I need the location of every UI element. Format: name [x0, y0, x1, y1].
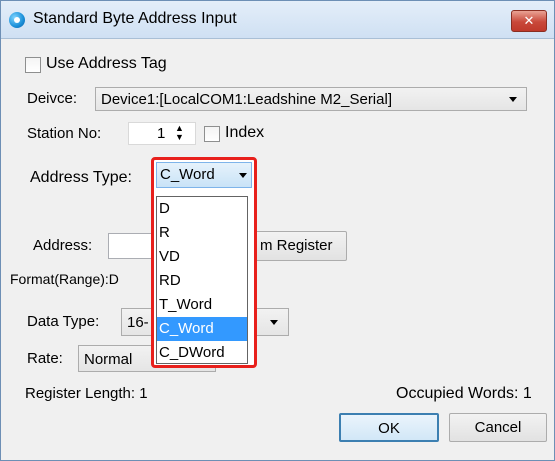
rate-value: Normal [84, 351, 133, 368]
device-select-value: Device1:[LocalCOM1:Leadshine M2_Serial] [101, 91, 392, 108]
title-bar: Standard Byte Address Input ✕ [1, 1, 554, 39]
address-type-option[interactable]: D [157, 197, 247, 221]
station-value: 1 [157, 125, 166, 142]
window-title: Standard Byte Address Input [33, 10, 237, 27]
ok-button[interactable]: OK [339, 413, 439, 442]
chevron-down-icon [270, 320, 278, 325]
address-type-options: D R VD RD T_Word C_Word C_DWord [156, 196, 248, 364]
address-type-option[interactable]: T_Word [157, 293, 247, 317]
rate-label: Rate: [27, 350, 63, 367]
occupied-words-text: Occupied Words: 1 [396, 385, 532, 402]
use-address-tag-label: Use Address Tag [46, 55, 167, 72]
index-checkbox[interactable] [204, 126, 220, 142]
address-type-label: Address Type: [30, 169, 132, 186]
chevron-down-icon [509, 97, 517, 102]
address-label: Address: [33, 237, 93, 254]
address-type-dropdown[interactable]: C_Word D R VD RD T_Word C_Word C_DWord [151, 157, 257, 368]
station-label: Station No: [27, 125, 102, 142]
device-label: Deivce: [27, 90, 78, 107]
address-input[interactable] [108, 233, 153, 259]
spin-down-icon[interactable]: ▼ [175, 133, 184, 142]
address-type-option[interactable]: RD [157, 269, 247, 293]
data-type-label: Data Type: [27, 313, 100, 330]
device-select[interactable]: Device1:[LocalCOM1:Leadshine M2_Serial] [95, 87, 527, 111]
address-type-value: C_Word [160, 166, 215, 183]
address-type-option[interactable]: VD [157, 245, 247, 269]
dialog-window: Standard Byte Address Input ✕ Use Addres… [0, 0, 555, 461]
app-icon [9, 12, 25, 28]
use-address-tag-checkbox[interactable] [25, 57, 41, 73]
chevron-down-icon [239, 173, 247, 178]
address-type-option[interactable]: R [157, 221, 247, 245]
system-register-button[interactable]: m Register [245, 231, 347, 261]
address-type-option[interactable]: C_Word [157, 317, 247, 341]
index-label: Index [225, 124, 265, 141]
close-button[interactable]: ✕ [511, 10, 547, 32]
data-type-value: 16- [127, 314, 149, 331]
cancel-button[interactable]: Cancel [449, 413, 547, 442]
format-range-label: Format(Range):D [10, 271, 119, 287]
station-spinner[interactable]: 1 ▲ ▼ [128, 122, 196, 145]
address-type-select[interactable]: C_Word [156, 162, 252, 188]
address-type-option[interactable]: C_DWord [157, 341, 247, 365]
register-length-text: Register Length: 1 [25, 385, 148, 402]
